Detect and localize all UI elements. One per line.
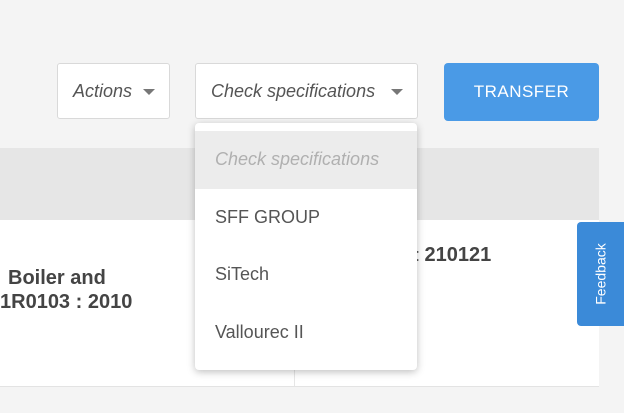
check-specifications-select[interactable]: Check specifications — [195, 63, 418, 119]
transfer-button-label: TRANSFER — [473, 82, 570, 101]
dropdown-item-placeholder[interactable]: Check specifications — [195, 131, 417, 189]
chevron-down-icon — [391, 89, 403, 95]
row-right-value: 210121 — [424, 244, 492, 266]
dropdown-item-sitech[interactable]: SiTech — [195, 246, 417, 304]
page-right-edge — [599, 0, 624, 413]
chevron-down-icon — [143, 89, 155, 95]
actions-select-label: Actions — [73, 80, 133, 101]
dropdown-item-vallourec-ii[interactable]: Vallourec II — [195, 304, 417, 362]
row-title-line1: Boiler and — [8, 267, 106, 289]
specifications-dropdown-menu: Check specifications SFF GROUP SiTech Va… — [195, 123, 417, 370]
feedback-tab[interactable]: Feedback — [577, 222, 624, 326]
row-right-cell: t: 210121 — [410, 244, 491, 267]
transfer-button[interactable]: TRANSFER — [444, 63, 599, 121]
row-title-line2: 1R0103 : 2010 — [0, 291, 133, 313]
feedback-tab-label: Feedback — [592, 243, 609, 305]
dropdown-item-sff-group[interactable]: SFF GROUP — [195, 189, 417, 247]
actions-select[interactable]: Actions — [57, 63, 170, 119]
spec-select-label: Check specifications — [211, 80, 376, 101]
